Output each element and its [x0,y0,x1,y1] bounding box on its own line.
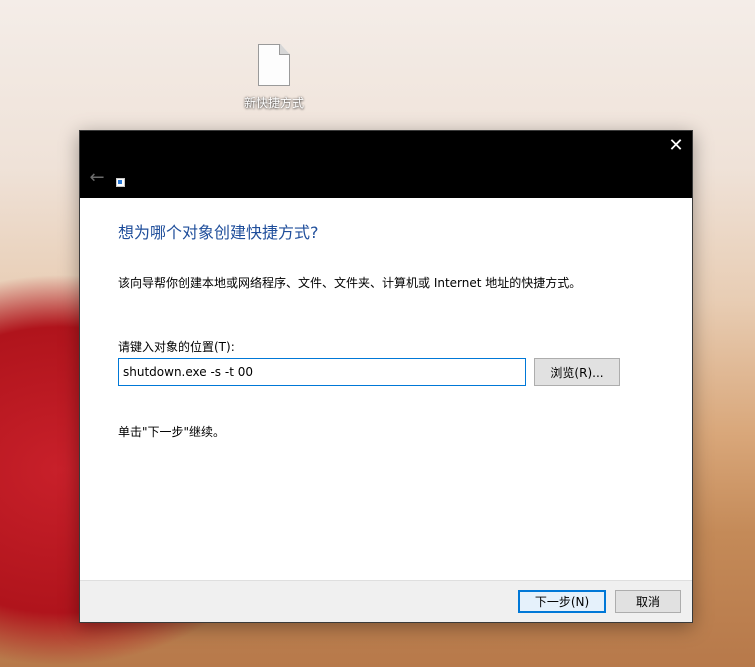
file-icon [258,44,290,86]
desktop-shortcut[interactable]: 新快捷方式 [238,44,310,111]
close-icon[interactable]: ✕ [660,131,692,163]
shortcut-wizard-icon [116,178,125,187]
dialog-footer: 下一步(N) 取消 [80,580,692,622]
desktop-shortcut-label: 新快捷方式 [243,96,304,110]
location-label: 请键入对象的位置(T): [118,340,235,354]
create-shortcut-dialog: ✕ ← 想为哪个对象创建快捷方式? 该向导帮你创建本地或网络程序、文件、文件夹、… [79,130,693,623]
next-button[interactable]: 下一步(N) [518,590,606,613]
continue-hint: 单击"下一步"继续。 [118,425,226,439]
page-title: 想为哪个对象创建快捷方式? [118,223,319,242]
cancel-button[interactable]: 取消 [615,590,681,613]
location-input[interactable] [118,358,526,386]
file-fold [279,44,290,55]
title-bar: ✕ ← [80,131,692,198]
wizard-description: 该向导帮你创建本地或网络程序、文件、文件夹、计算机或 Internet 地址的快… [118,276,582,290]
browse-button[interactable]: 浏览(R)... [534,358,620,386]
back-arrow-icon[interactable]: ← [86,167,108,189]
